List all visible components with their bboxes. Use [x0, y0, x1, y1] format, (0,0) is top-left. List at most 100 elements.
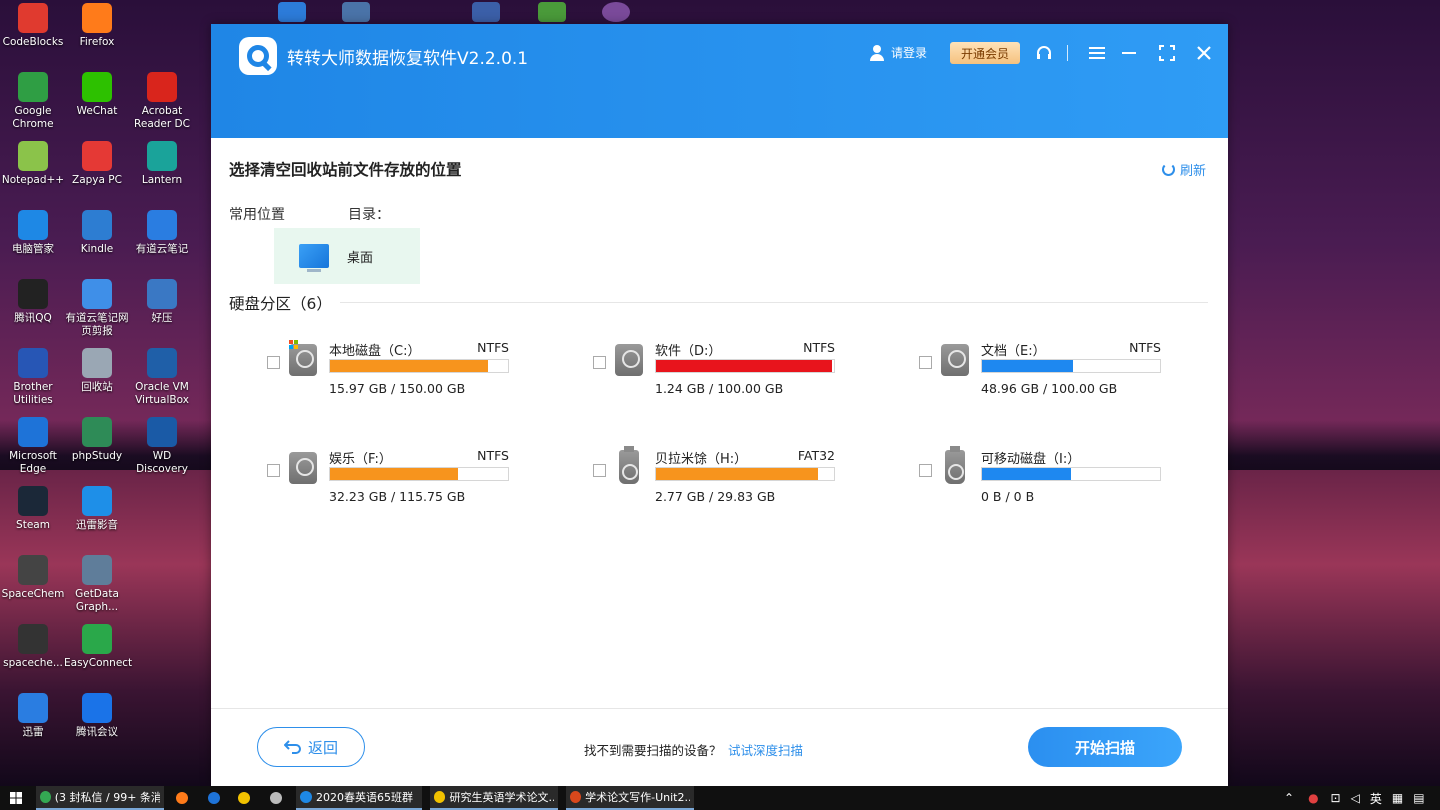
drive-checkbox[interactable] [593, 356, 606, 369]
desktop-icon[interactable]: Firefox [64, 3, 130, 49]
tray-chevron-icon[interactable]: ⌃ [1284, 791, 1294, 805]
back-button[interactable]: 返回 [257, 727, 365, 767]
desktop-icon[interactable]: GetData Graph... [64, 555, 130, 614]
taskbar-app[interactable] [266, 786, 292, 810]
drive-usage-bar [981, 359, 1161, 373]
desktop-icon-label: 迅雷影音 [76, 519, 118, 531]
desktop-icon-label: CodeBlocks [2, 36, 64, 48]
desktop-icon[interactable]: Oracle VM VirtualBox [129, 348, 195, 407]
desktop-icon[interactable]: WD Discovery [129, 417, 195, 476]
drive-item[interactable]: 文档（E:） NTFS 48.96 GB / 100.00 GB [919, 340, 1219, 400]
drive-checkbox[interactable] [267, 356, 280, 369]
tray-app-icon[interactable]: ● [1308, 791, 1318, 805]
desktop-icon[interactable]: 腾讯QQ [0, 279, 66, 325]
taskbar-app-label: 研究生英语学术论文... [449, 791, 554, 804]
taskbar-app[interactable] [172, 786, 198, 810]
drive-item[interactable]: 娱乐（F:） NTFS 32.23 GB / 115.75 GB [267, 448, 567, 508]
desktop-icon[interactable]: Zapya PC [64, 141, 130, 187]
desktop-icon[interactable]: 电脑管家 [0, 210, 66, 256]
taskbar-app-icon [176, 792, 188, 804]
app-icon [82, 486, 112, 516]
desktop-icon-label: 腾讯QQ [14, 312, 52, 324]
partial-desktop-icon[interactable] [602, 2, 630, 22]
refresh-button[interactable]: 刷新 [1161, 160, 1206, 179]
vip-button[interactable]: 开通会员 [950, 42, 1020, 64]
desktop-icon[interactable]: Lantern [129, 141, 195, 187]
desktop-icon[interactable]: 好压 [129, 279, 195, 325]
drive-size: 32.23 GB / 115.75 GB [329, 489, 466, 504]
desktop-icon-label: Microsoft Edge [9, 450, 57, 475]
title-bar: 转转大师数据恢复软件V2.2.0.1 请登录 开通会员 [211, 24, 1228, 138]
hard-disk-icon [941, 344, 969, 376]
desktop-icon[interactable]: WeChat [64, 72, 130, 118]
notification-icon[interactable]: ▤ [1413, 791, 1424, 805]
drive-item[interactable]: 软件（D:） NTFS 1.24 GB / 100.00 GB [593, 340, 893, 400]
drive-item[interactable]: 贝拉米馀（H:） FAT32 2.77 GB / 29.83 GB [593, 446, 893, 508]
desktop-icon[interactable]: spaceche... [0, 624, 66, 670]
network-icon[interactable]: ⊡ [1331, 791, 1341, 805]
drive-item[interactable]: 本地磁盘（C:） NTFS 15.97 GB / 150.00 GB [267, 340, 567, 400]
desktop-icon[interactable]: phpStudy [64, 417, 130, 463]
support-headset-icon[interactable] [1033, 42, 1055, 64]
deep-scan-link[interactable]: 试试深度扫描 [728, 740, 803, 759]
app-icon [18, 3, 48, 33]
maximize-icon[interactable] [1156, 42, 1178, 64]
drive-usage-bar [655, 359, 835, 373]
desktop-icon[interactable]: 回收站 [64, 348, 130, 394]
ime-indicator[interactable]: 英 [1370, 790, 1382, 807]
desktop-icon[interactable]: CodeBlocks [0, 3, 66, 49]
drive-usage-bar [329, 359, 509, 373]
partial-desktop-icon[interactable] [278, 2, 306, 22]
taskbar-app[interactable]: 研究生英语学术论文... [430, 786, 558, 810]
desktop-icon-label: 电脑管家 [12, 243, 54, 255]
taskbar-app[interactable]: 2020春英语65班群 [296, 786, 422, 810]
partial-desktop-icon[interactable] [342, 2, 370, 22]
app-icon [18, 624, 48, 654]
app-icon [82, 555, 112, 585]
location-desktop[interactable]: 桌面 [274, 228, 420, 284]
drive-filesystem: NTFS [803, 340, 835, 355]
taskbar-app-icon [570, 791, 582, 803]
minimize-icon[interactable] [1118, 42, 1140, 64]
desktop-icon[interactable]: Brother Utilities [0, 348, 66, 407]
volume-icon[interactable]: ◁ [1351, 791, 1360, 805]
taskbar-app[interactable]: 学术论文写作-Unit2.... [566, 786, 694, 810]
desktop-icon[interactable]: Microsoft Edge [0, 417, 66, 476]
menu-icon[interactable] [1086, 42, 1108, 64]
start-button[interactable] [6, 786, 26, 810]
partial-desktop-icon[interactable] [472, 2, 500, 22]
keyboard-grid-icon[interactable]: ▦ [1392, 791, 1403, 805]
desktop-icon[interactable]: Google Chrome [0, 72, 66, 131]
partial-desktop-icon[interactable] [538, 2, 566, 22]
drive-checkbox[interactable] [593, 464, 606, 477]
app-icon [18, 210, 48, 240]
taskbar-app[interactable]: (3 封私信 / 99+ 条消... [36, 786, 164, 810]
desktop-icon[interactable]: EasyConnect [64, 624, 132, 670]
desktop-icon[interactable]: 迅雷影音 [64, 486, 130, 532]
desktop-icon[interactable]: Steam [0, 486, 66, 532]
drive-item[interactable]: 可移动磁盘（I:） 0 B / 0 B [919, 446, 1219, 508]
taskbar-app-icon [434, 791, 446, 803]
taskbar-app[interactable] [234, 786, 260, 810]
desktop-icon[interactable]: 迅雷 [0, 693, 66, 739]
desktop-icon[interactable]: Kindle [64, 210, 130, 256]
desktop-icon-label: 腾讯会议 [76, 726, 118, 738]
desktop-icon[interactable]: Notepad++ [0, 141, 66, 187]
login-link[interactable]: 请登录 [869, 44, 927, 61]
start-scan-button[interactable]: 开始扫描 [1028, 727, 1182, 767]
desktop-icon[interactable]: 腾讯会议 [64, 693, 130, 739]
desktop-icon-label: 迅雷 [22, 726, 44, 738]
hard-disk-icon [615, 344, 643, 376]
app-icon [18, 486, 48, 516]
desktop-icon-label: Zapya PC [72, 174, 122, 186]
taskbar-app[interactable] [204, 786, 230, 810]
desktop-icon[interactable]: SpaceChem [0, 555, 66, 601]
drive-checkbox[interactable] [919, 464, 932, 477]
drive-usage-bar [981, 467, 1161, 481]
desktop-icon[interactable]: Acrobat Reader DC [129, 72, 195, 131]
drive-checkbox[interactable] [919, 356, 932, 369]
drive-checkbox[interactable] [267, 464, 280, 477]
desktop-icon[interactable]: 有道云笔记网页剪报 [64, 279, 130, 338]
desktop-icon[interactable]: 有道云笔记 [129, 210, 195, 256]
close-icon[interactable] [1193, 42, 1215, 64]
